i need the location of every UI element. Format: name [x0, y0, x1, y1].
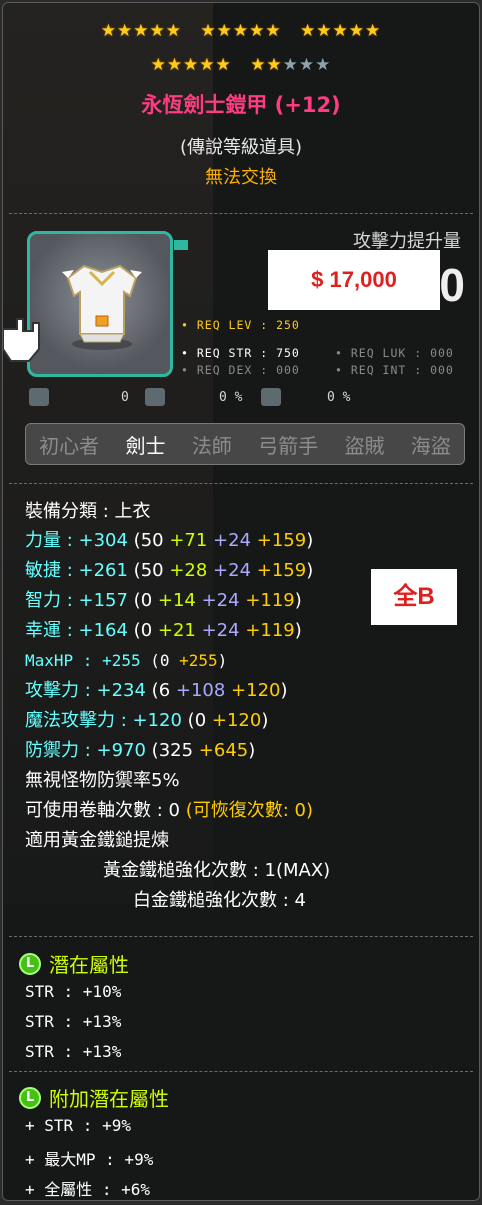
divider: [9, 483, 473, 484]
item-grade: (傳說等級道具): [179, 137, 303, 158]
bonus-potential-line: + 全屬性 : +6%: [25, 1180, 151, 1199]
req-int: • REQ INT : 000: [335, 363, 454, 377]
star-group: ★★★★★: [300, 21, 382, 41]
golden-hammer-count: 黃金鐵槌強化次數 : 1(MAX): [103, 860, 331, 881]
star-force-row-1: ★★★★★ ★★★★★ ★★★★★: [3, 21, 479, 41]
stat-dex: 敏捷 : +261 (50 +28 +24 +159): [25, 560, 314, 581]
job-beginner: 初心者: [39, 433, 100, 458]
req-level: • REQ LEV : 250: [181, 318, 300, 332]
bonus-potential-line: + 最大MP : +9%: [25, 1150, 154, 1169]
stat-int: 智力 : +157 (0 +14 +24 +119): [25, 590, 302, 611]
trade-status: 無法交換: [205, 167, 277, 188]
stat-magic-attack: 魔法攻擊力 : +120 (0 +120): [25, 710, 269, 731]
hammer-applied: 適用黃金鐵鎚提煉: [25, 830, 169, 851]
stat-defense: 防禦力 : +970 (325 +645): [25, 740, 256, 761]
stat-attack: 攻擊力 : +234 (6 +108 +120): [25, 680, 288, 701]
divider: [9, 213, 473, 214]
legendary-flag-icon: [174, 240, 188, 250]
star-group: ★★★★★: [100, 21, 182, 41]
job-warrior: 劍士: [125, 433, 166, 458]
small-value: 0 %: [219, 390, 243, 405]
job-bowman: 弓箭手: [258, 433, 319, 458]
armor-icon: [62, 264, 142, 350]
item-name: 永恆劍士鎧甲 (+12): [141, 93, 341, 117]
star-force-row-2: ★★★★★ ★★★★★: [3, 55, 479, 75]
potential-title: 潛在屬性: [49, 953, 129, 977]
potential-header: L 潛在屬性: [19, 949, 129, 978]
attack-boost-value: 0: [439, 259, 465, 311]
req-str: • REQ STR : 750: [181, 346, 300, 360]
equip-type: 裝備分類 : 上衣: [25, 501, 151, 522]
legendary-badge-icon: L: [19, 952, 41, 975]
gear-icon: [29, 388, 49, 406]
item-tooltip: ★★★★★ ★★★★★ ★★★★★ ★★★★★ ★★★★★ 永恆劍士鎧甲 (+1…: [2, 2, 480, 1201]
shield-icon: [261, 388, 281, 406]
bonus-potential-header: L 附加潛在屬性: [19, 1083, 169, 1112]
job-pirate: 海盜: [410, 433, 451, 458]
divider: [9, 1071, 473, 1072]
potential-line: STR : +13%: [25, 1042, 122, 1061]
req-luk: • REQ LUK : 000: [335, 346, 454, 360]
star-group: ★★★★★: [200, 21, 282, 41]
price-overlay: $ 17,000: [268, 250, 440, 310]
stat-maxhp: MaxHP : +255 (0 +255): [25, 651, 228, 670]
job-requirement-bar: 初心者 劍士 法師 弓箭手 盜賊 海盜: [25, 423, 465, 465]
bonus-potential-line: + STR : +9%: [25, 1116, 131, 1135]
cursor-hand-icon: [3, 318, 40, 362]
platinum-hammer-count: 白金鐵槌強化次數 : 4: [133, 890, 306, 911]
small-value: 0: [121, 390, 129, 405]
req-dex: • REQ DEX : 000: [181, 363, 300, 377]
small-value: 0 %: [327, 390, 351, 405]
upgrade-slots: 可使用卷軸次數 : 0 (可恢復次數: 0): [25, 800, 313, 821]
potential-line: STR : +13%: [25, 1012, 122, 1031]
crown-icon: [145, 388, 165, 406]
stat-luk: 幸運 : +164 (0 +21 +24 +119): [25, 620, 302, 641]
allb-overlay: 全B: [371, 569, 457, 625]
bonus-potential-title: 附加潛在屬性: [49, 1087, 169, 1111]
star-group: ★★★★★: [150, 55, 232, 75]
legendary-badge-icon: L: [19, 1086, 41, 1109]
divider: [9, 936, 473, 937]
job-magician: 法師: [191, 433, 232, 458]
star-group: ★★: [250, 55, 283, 75]
star-group-empty: ★★★: [282, 55, 332, 75]
ignore-defense: 無視怪物防禦率5%: [25, 770, 180, 791]
stat-str: 力量 : +304 (50 +71 +24 +159): [25, 530, 314, 551]
job-thief: 盜賊: [344, 433, 385, 458]
potential-line: STR : +10%: [25, 982, 122, 1001]
item-icon-frame: [27, 231, 188, 377]
